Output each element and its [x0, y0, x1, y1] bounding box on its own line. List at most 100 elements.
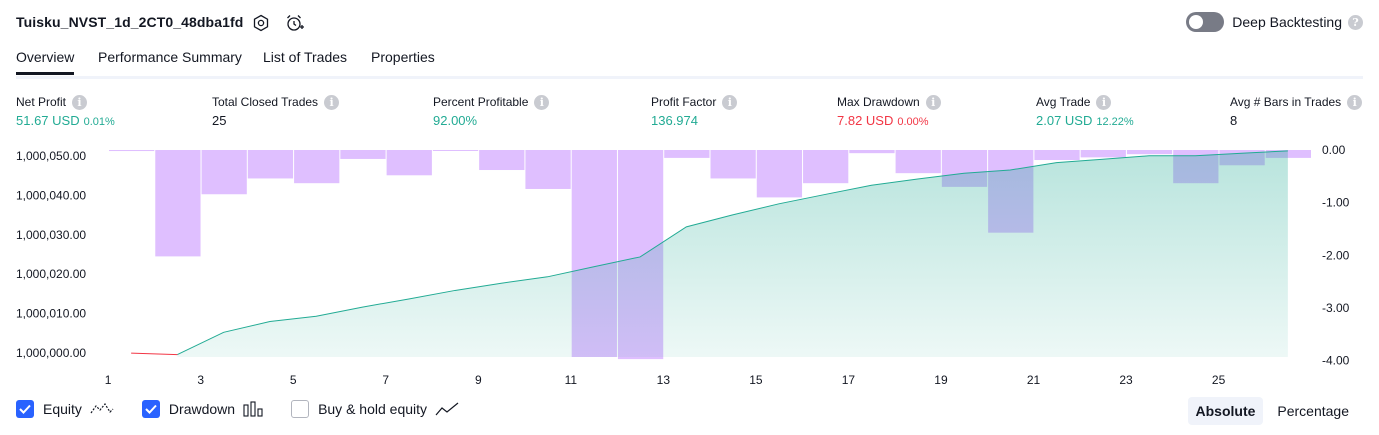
y-left-tick-label: 1,000,040.00	[16, 188, 86, 202]
legend-equity[interactable]: Equity	[16, 400, 114, 418]
deep-backtesting-label: Deep Backtesting	[1232, 14, 1342, 30]
stat-label: Avg # Bars in Trades	[1230, 95, 1342, 109]
drawdown-bar	[710, 150, 756, 179]
drawdown-bar	[386, 150, 432, 176]
stat-percent: 12.22%	[1096, 116, 1134, 128]
x-tick-label: 1	[105, 373, 112, 387]
value-mode-toggle: Absolute Percentage	[1187, 397, 1358, 425]
deep-backtesting-toggle[interactable]	[1186, 12, 1225, 32]
x-tick-label: 3	[197, 373, 204, 387]
drawdown-bar	[664, 150, 710, 158]
x-tick-label: 9	[475, 373, 482, 387]
stat-value: 2.07 USD	[1036, 113, 1093, 128]
info-icon[interactable]: i	[722, 95, 738, 111]
y-right-tick-label: -1.00	[1322, 196, 1350, 210]
drawdown-label: Drawdown	[168, 401, 236, 417]
stat-percent-profitable: Percent Profitable i 92.00%	[433, 94, 550, 128]
info-icon[interactable]: ?	[1348, 14, 1363, 30]
stat-label: Avg Trade	[1036, 95, 1091, 109]
drawdown-bar	[201, 150, 247, 195]
drawdown-bar	[109, 150, 155, 152]
tab-performance-summary[interactable]: Performance Summary	[98, 49, 242, 65]
chart-legend: Equity Drawdown Buy & hold equity	[16, 400, 487, 418]
x-tick-label: 5	[290, 373, 297, 387]
equity-label: Equity	[43, 401, 82, 417]
equity-area-fill	[177, 150, 1288, 357]
drawdown-bar	[1034, 150, 1080, 161]
stat-max-drawdown: Max Drawdown i 7.82 USD 0.00%	[837, 94, 941, 128]
stat-label: Max Drawdown	[837, 95, 920, 109]
strategy-title: Tuisku_NVST_1d_2CT0_48dba1fd	[16, 14, 244, 30]
y-left-tick-label: 1,000,000.00	[16, 346, 86, 360]
drawdown-bar	[432, 150, 479, 151]
drawdown-bar	[803, 150, 849, 184]
stat-label: Percent Profitable	[433, 95, 529, 109]
absolute-button[interactable]: Absolute	[1187, 397, 1264, 425]
drawdown-bar	[1080, 150, 1126, 158]
info-icon[interactable]: i	[324, 95, 340, 111]
buy-hold-checkbox[interactable]	[291, 400, 310, 418]
drawdown-bar	[155, 150, 201, 257]
drawdown-bar	[849, 150, 895, 154]
settings-button[interactable]	[250, 12, 272, 34]
info-icon[interactable]: i	[534, 95, 550, 111]
info-icon[interactable]: i	[72, 95, 88, 111]
info-icon[interactable]: i	[1347, 95, 1363, 111]
y-left-tick-label: 1,000,030.00	[16, 228, 86, 242]
stat-value: 136.974	[651, 113, 698, 128]
tab-overview[interactable]: Overview	[16, 49, 75, 75]
check-icon	[19, 404, 31, 414]
x-tick-label: 7	[382, 373, 389, 387]
legend-buy-hold[interactable]: Buy & hold equity	[291, 400, 459, 418]
drawdown-bar	[479, 150, 525, 171]
stat-label: Total Closed Trades	[212, 95, 319, 109]
stat-value: 51.67 USD	[16, 113, 80, 128]
info-icon[interactable]: i	[1096, 95, 1112, 111]
stat-percent: 0.00%	[897, 116, 929, 128]
x-tick-label: 13	[657, 373, 671, 387]
percentage-button[interactable]: Percentage	[1269, 397, 1357, 425]
x-tick-label: 11	[565, 373, 578, 387]
stat-label: Profit Factor	[651, 95, 717, 109]
y-right-tick-label: -2.00	[1322, 248, 1350, 262]
drawdown-checkbox[interactable]	[141, 400, 160, 418]
stat-percent: 0.01%	[83, 116, 115, 128]
stat-value: 25	[212, 113, 227, 128]
drawdown-bar	[340, 150, 386, 159]
legend-drawdown[interactable]: Drawdown	[141, 400, 263, 418]
y-left-tick-label: 1,000,050.00	[16, 149, 86, 163]
buy-hold-label: Buy & hold equity	[318, 401, 428, 417]
drawdown-bar	[525, 150, 571, 189]
stat-net-profit: Net Profit i 51.67 USD 0.01%	[16, 94, 115, 128]
x-tick-label: 15	[749, 373, 763, 387]
stat-avg-bars: Avg # Bars in Trades i 8	[1230, 94, 1363, 128]
drawdown-bar	[756, 150, 803, 198]
trend-line-icon	[435, 402, 459, 416]
stat-avg-trade: Avg Trade i 2.07 USD 12.22%	[1036, 94, 1134, 128]
y-left-tick-label: 1,000,010.00	[16, 307, 86, 321]
add-alert-button[interactable]	[284, 12, 306, 34]
x-tick-label: 23	[1119, 373, 1133, 387]
y-right-tick-label: -4.00	[1322, 354, 1350, 368]
tab-bar: Overview Performance Summary List of Tra…	[16, 46, 1363, 79]
drawdown-bar	[895, 150, 941, 174]
deep-backtesting: Deep Backtesting ?	[1186, 12, 1363, 32]
x-tick-label: 25	[1212, 373, 1226, 387]
y-right-tick-label: 0.00	[1322, 143, 1346, 157]
equity-checkbox[interactable]	[16, 400, 34, 418]
toggle-knob	[1189, 15, 1204, 29]
stat-value: 7.82 USD	[837, 113, 894, 128]
stat-label: Net Profit	[16, 95, 67, 109]
stat-value: 8	[1230, 113, 1238, 128]
info-icon[interactable]: i	[925, 95, 941, 111]
drawdown-bar	[294, 150, 340, 184]
tab-properties[interactable]: Properties	[371, 49, 435, 65]
y-left-tick-label: 1,000,020.00	[16, 267, 86, 281]
stat-value: 92.00%	[433, 113, 478, 128]
equity-line-icon	[90, 402, 114, 414]
x-tick-label: 19	[934, 373, 948, 387]
equity-loss-line	[131, 352, 178, 356]
stat-profit-factor: Profit Factor i 136.974	[651, 94, 738, 128]
tab-list-of-trades[interactable]: List of Trades	[263, 49, 347, 65]
gear-icon	[253, 14, 269, 32]
